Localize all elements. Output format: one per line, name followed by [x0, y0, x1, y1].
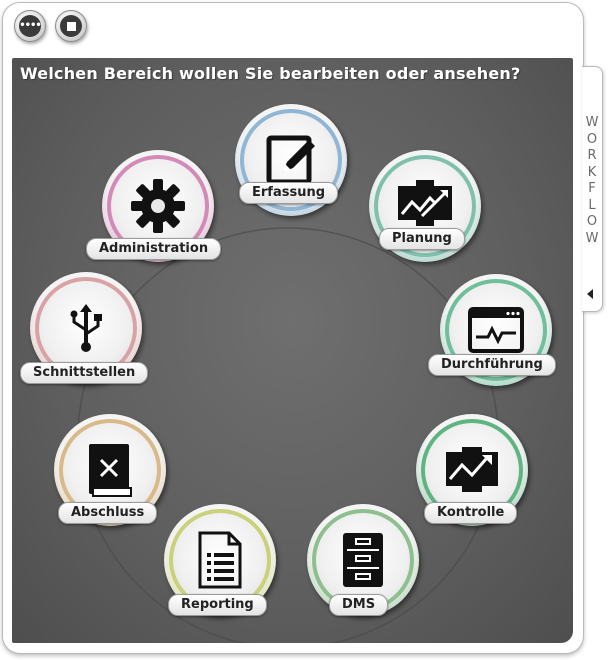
- node-schnittstellen[interactable]: Schnittstellen: [20, 272, 149, 384]
- node-label-durchfuehrung[interactable]: Durchführung: [428, 354, 556, 376]
- node-reporting[interactable]: Reporting: [164, 504, 276, 616]
- node-label-dms[interactable]: DMS: [329, 594, 389, 616]
- node-kontrolle[interactable]: Kontrolle: [416, 414, 528, 526]
- node-erfassung[interactable]: Erfassung: [235, 104, 347, 216]
- node-label-abschluss[interactable]: Abschluss: [58, 502, 158, 524]
- workflow-panel: Welchen Bereich wollen Sie bearbeiten od…: [12, 58, 573, 643]
- arrow-left-icon[interactable]: [587, 289, 593, 299]
- workflow-tab[interactable]: W O R K F L O W: [582, 66, 603, 312]
- stop-button[interactable]: [55, 10, 87, 42]
- node-label-schnittstellen[interactable]: Schnittstellen: [20, 362, 149, 384]
- workflow-tab-letters: W O R K F L O W: [585, 115, 599, 246]
- node-label-administration[interactable]: Administration: [86, 238, 222, 260]
- more-icon: ••••: [19, 15, 42, 37]
- node-dms[interactable]: DMS: [307, 504, 419, 616]
- node-label-reporting[interactable]: Reporting: [168, 594, 267, 616]
- node-label-kontrolle[interactable]: Kontrolle: [424, 502, 518, 524]
- node-durchfuehrung[interactable]: Durchführung: [428, 274, 556, 386]
- node-administration[interactable]: Administration: [86, 150, 222, 262]
- node-planung[interactable]: Planung: [369, 150, 481, 262]
- more-button[interactable]: ••••: [14, 10, 46, 42]
- stop-icon: [60, 15, 82, 37]
- node-label-erfassung[interactable]: Erfassung: [239, 182, 339, 204]
- more-glyph: ••••: [19, 20, 42, 31]
- node-label-planung[interactable]: Planung: [379, 228, 465, 250]
- node-abschluss[interactable]: Abschluss: [54, 414, 166, 526]
